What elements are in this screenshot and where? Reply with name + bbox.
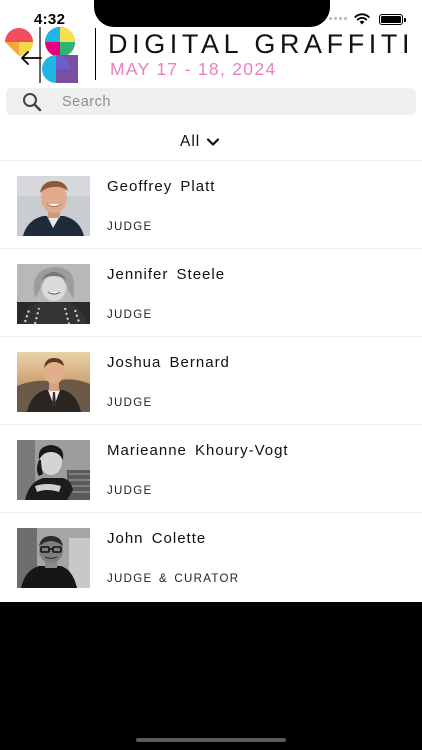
avatar (17, 176, 90, 236)
person-role: JUDGE (107, 221, 153, 233)
person-role: JUDGE & CURATOR (107, 573, 240, 585)
person-name: Marieanne Khoury-Vogt (107, 442, 289, 459)
device-notch (94, 0, 330, 27)
person-name: Geoffrey Platt (107, 178, 216, 195)
person-name: John Colette (107, 530, 207, 547)
person-role: JUDGE (107, 309, 153, 321)
list-item[interactable]: Jennifer Steele JUDGE (0, 248, 422, 336)
person-role: JUDGE (107, 397, 153, 409)
person-name: Jennifer Steele (107, 266, 226, 283)
screen: 4:32 DIGITAL GRAFFITI MAY 17 - 18, 2024 … (0, 0, 422, 602)
avatar (17, 528, 90, 588)
chevron-down-icon (207, 138, 220, 146)
header: DIGITAL GRAFFITI MAY 17 - 18, 2024 (0, 26, 422, 83)
event-logo (5, 27, 78, 83)
filter-dropdown[interactable]: All (180, 131, 220, 153)
search-icon (23, 93, 42, 112)
list-item[interactable]: Joshua Bernard JUDGE (0, 336, 422, 424)
back-arrow-icon[interactable] (19, 50, 43, 66)
cellular-signal-icon (329, 17, 347, 20)
logo-divider (95, 28, 96, 80)
filter-label: All (180, 133, 201, 150)
home-indicator[interactable] (136, 738, 286, 742)
list-item[interactable]: Marieanne Khoury-Vogt JUDGE (0, 424, 422, 512)
search-input[interactable] (62, 92, 402, 112)
avatar (17, 440, 90, 500)
list-item[interactable]: Geoffrey Platt JUDGE (0, 160, 422, 248)
event-title: DIGITAL GRAFFITI (108, 29, 415, 59)
event-dates: MAY 17 - 18, 2024 (110, 59, 277, 79)
person-name: Joshua Bernard (107, 354, 230, 371)
list-item[interactable]: John Colette JUDGE & CURATOR (0, 512, 422, 600)
avatar (17, 264, 90, 324)
avatar (17, 352, 90, 412)
wifi-icon (354, 13, 370, 25)
person-role: JUDGE (107, 485, 153, 497)
people-list: Geoffrey Platt JUDGE Jennifer Steele JUD… (0, 160, 422, 600)
search-bar[interactable] (6, 88, 416, 115)
battery-icon (379, 14, 406, 25)
